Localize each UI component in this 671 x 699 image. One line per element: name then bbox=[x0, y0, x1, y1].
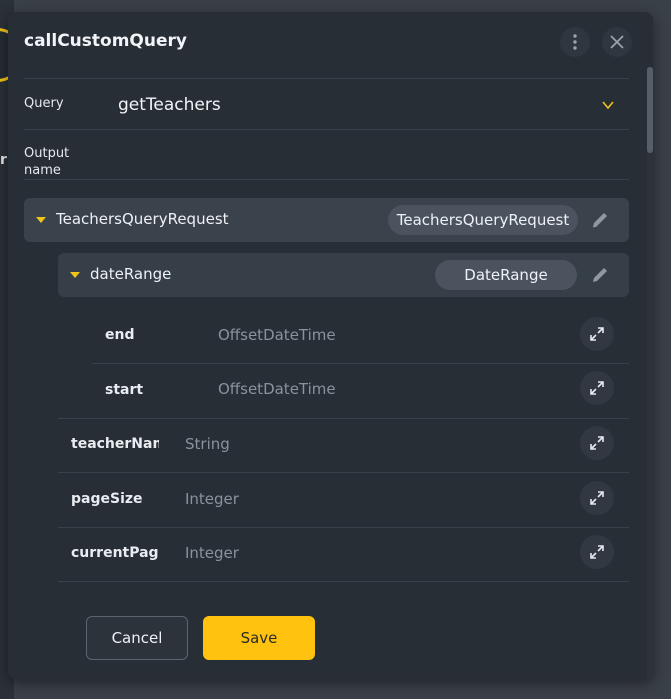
output-name-label-line1: Output bbox=[24, 146, 70, 161]
field-type-current-page: Integer bbox=[185, 544, 239, 562]
chevron-down-icon[interactable] bbox=[601, 98, 615, 112]
expand-button[interactable] bbox=[580, 317, 614, 351]
query-label: Query bbox=[24, 96, 64, 111]
divider bbox=[58, 418, 629, 419]
pencil-icon[interactable] bbox=[589, 209, 611, 231]
divider bbox=[24, 78, 629, 79]
field-type-page-size: Integer bbox=[185, 490, 239, 508]
output-name-label: Output name bbox=[24, 145, 69, 179]
cancel-button[interactable]: Cancel bbox=[86, 616, 188, 660]
close-button[interactable] bbox=[602, 27, 632, 57]
caret-down-icon[interactable] bbox=[70, 272, 80, 278]
expand-icon bbox=[590, 545, 604, 559]
close-icon bbox=[610, 35, 624, 49]
divider bbox=[58, 527, 629, 528]
dialog-header: callCustomQuery bbox=[8, 12, 653, 72]
scrollbar-thumb[interactable] bbox=[647, 67, 653, 153]
expand-button[interactable] bbox=[580, 481, 614, 515]
field-name-page-size: pageSize bbox=[71, 491, 143, 507]
field-type-start: OffsetDateTime bbox=[218, 380, 336, 398]
scrollbar[interactable] bbox=[647, 67, 653, 679]
more-options-button[interactable] bbox=[560, 27, 590, 57]
field-name-teacher-name: teacherName bbox=[71, 436, 159, 452]
caret-down-icon[interactable] bbox=[36, 217, 46, 223]
field-type-teacher-name: String bbox=[185, 435, 230, 453]
type-badge: DateRange bbox=[435, 260, 577, 290]
field-name-end: end bbox=[105, 327, 135, 343]
divider bbox=[24, 129, 629, 130]
query-select[interactable]: getTeachers bbox=[118, 95, 221, 115]
expand-button[interactable] bbox=[580, 535, 614, 569]
pencil-icon[interactable] bbox=[589, 264, 611, 286]
type-badge: TeachersQueryRequest bbox=[388, 205, 578, 235]
more-vertical-icon bbox=[573, 34, 577, 50]
expand-icon bbox=[590, 436, 604, 450]
dialog-title: callCustomQuery bbox=[24, 31, 187, 51]
expand-icon bbox=[590, 491, 604, 505]
divider bbox=[58, 472, 629, 473]
output-name-label-line2: name bbox=[24, 163, 61, 178]
call-custom-query-dialog: callCustomQuery Query getTeachers Output… bbox=[8, 12, 653, 679]
tree-row-name: TeachersQueryRequest bbox=[56, 210, 229, 228]
divider bbox=[92, 363, 629, 364]
expand-button[interactable] bbox=[580, 371, 614, 405]
expand-icon bbox=[590, 381, 604, 395]
expand-button[interactable] bbox=[580, 426, 614, 460]
tree-row-date-range[interactable]: dateRange DateRange bbox=[58, 253, 629, 297]
field-name-current-page: currentPage bbox=[71, 545, 159, 561]
background-partial-label: r bbox=[0, 152, 7, 168]
field-name-start: start bbox=[105, 382, 144, 398]
save-button[interactable]: Save bbox=[203, 616, 315, 660]
divider bbox=[24, 179, 629, 180]
expand-icon bbox=[590, 327, 604, 341]
divider bbox=[58, 581, 629, 582]
tree-row-teachers-query-request[interactable]: TeachersQueryRequest TeachersQueryReques… bbox=[24, 198, 629, 242]
field-type-end: OffsetDateTime bbox=[218, 326, 336, 344]
tree-row-name: dateRange bbox=[90, 265, 172, 283]
